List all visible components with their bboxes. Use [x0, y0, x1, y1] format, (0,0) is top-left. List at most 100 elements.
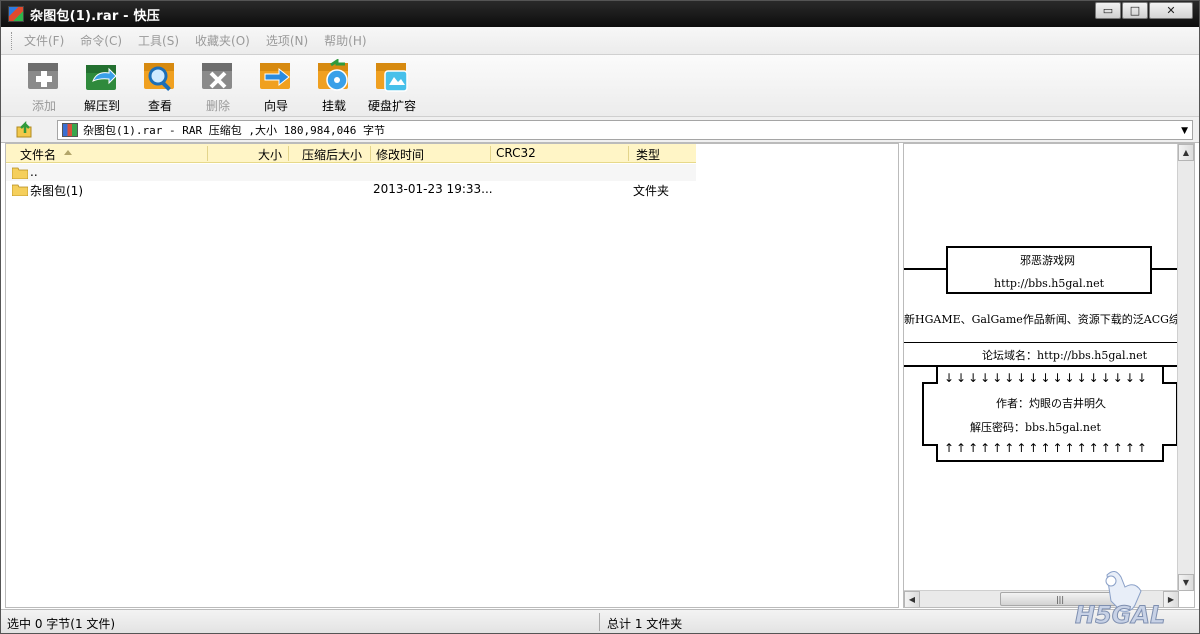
divider-line	[904, 342, 1180, 343]
minimize-icon: ▭	[1102, 4, 1114, 17]
address-text: 杂图包(1).rar - RAR 压缩包 ,大小 180,984,046 字节	[83, 124, 386, 137]
mount-icon	[318, 59, 348, 91]
delete-button-label: 删除	[205, 99, 230, 113]
h5gal-watermark-logo: H5GAL	[1075, 571, 1166, 630]
site-url: http://bbs.h5gal.net	[994, 277, 1105, 290]
toolbar: 添加 解压到 查看 删除 向导 挂载 硬盘扩容	[1, 55, 1199, 117]
box-edge	[1162, 444, 1178, 446]
menu-command[interactable]: 命令(C)	[80, 32, 122, 49]
caption-buttons: ▭ □ ✕	[1094, 2, 1193, 19]
minimize-button[interactable]: ▭	[1095, 2, 1121, 19]
menu-help[interactable]: 帮助(H)	[324, 32, 366, 49]
app-logo-icon	[8, 6, 24, 22]
menu-options[interactable]: 选项(N)	[266, 32, 308, 49]
extract-icon	[86, 65, 117, 90]
row-name: 杂图包(1)	[30, 184, 83, 198]
box-edge	[936, 460, 1164, 462]
window-title: 杂图包(1).rar - 快压	[30, 8, 160, 24]
disk-expand-button-label: 硬盘扩容	[367, 99, 416, 113]
menu-tools[interactable]: 工具(S)	[138, 32, 179, 49]
domain-line: 论坛域名：http://bbs.h5gal.net	[982, 349, 1148, 362]
menu-grip	[11, 31, 14, 50]
disk-expand-button[interactable]: 硬盘扩容	[363, 59, 421, 116]
file-list[interactable]: 文件名 大小 压缩后大小 修改时间 CRC32 类型 .. 杂图包(1) 201…	[5, 143, 899, 608]
folder-icon	[12, 184, 28, 196]
box-edge	[922, 382, 938, 384]
watermark-text: H5GAL	[1075, 601, 1165, 629]
add-icon	[28, 63, 58, 89]
status-bar: 选中 0 字节(1 文件) 总计 1 文件夹	[1, 609, 1199, 633]
close-button[interactable]: ✕	[1149, 2, 1193, 19]
sort-asc-icon	[64, 150, 72, 155]
wizard-button-label: 向导	[263, 99, 288, 113]
col-separator	[490, 146, 491, 161]
maximize-icon: □	[1129, 4, 1141, 17]
site-name: 邪恶游戏网	[1020, 254, 1075, 267]
col-separator	[207, 146, 208, 161]
menu-file[interactable]: 文件(F)	[24, 32, 64, 49]
mount-button-label: 挂载	[321, 99, 346, 113]
author-line: 作者：灼眼の吉井明久	[996, 397, 1106, 410]
view-button[interactable]: 查看	[131, 59, 189, 116]
address-bar-row: 杂图包(1).rar - RAR 压缩包 ,大小 180,984,046 字节 …	[1, 117, 1199, 143]
box-edge	[936, 365, 938, 383]
col-separator	[628, 146, 629, 161]
extract-button[interactable]: 解压到	[73, 59, 131, 116]
col-crc[interactable]: CRC32	[496, 146, 536, 160]
banner-line-right	[1152, 268, 1180, 270]
menu-favorites[interactable]: 收藏夹(O)	[195, 32, 250, 49]
wizard-button[interactable]: 向导	[247, 59, 305, 116]
app-window: 杂图包(1).rar - 快压 ▭ □ ✕ 文件(F) 命令(C) 工具(S) …	[0, 0, 1200, 634]
row-type: 文件夹	[633, 184, 670, 198]
col-separator	[288, 146, 289, 161]
table-row-parent[interactable]: ..	[6, 164, 696, 181]
down-arrows: ↓↓↓↓↓↓↓↓↓↓↓↓↓↓↓↓↓	[944, 371, 1149, 385]
menu-bar: 文件(F) 命令(C) 工具(S) 收藏夹(O) 选项(N) 帮助(H)	[1, 27, 1199, 55]
row-modified: 2013-01-23 19:33...	[373, 182, 493, 196]
preview-vertical-scrollbar[interactable]: ▲ ▼	[1177, 144, 1194, 591]
box-edge	[922, 382, 924, 446]
mount-button[interactable]: 挂载	[305, 59, 363, 116]
rar-archive-icon	[62, 123, 78, 137]
box-edge	[1162, 444, 1164, 462]
col-type[interactable]: 类型	[636, 146, 660, 163]
site-intro: 新HGAME、GalGame作品新闻、资源下载的泛ACG综合论	[904, 313, 1195, 326]
folder-icon	[12, 167, 28, 179]
up-arrows: ↑↑↑↑↑↑↑↑↑↑↑↑↑↑↑↑↑	[944, 441, 1149, 455]
close-icon: ✕	[1166, 4, 1176, 17]
preview-pane[interactable]: 邪恶游戏网 http://bbs.h5gal.net 新HGAME、GalGam…	[903, 143, 1195, 608]
view-icon	[144, 63, 174, 91]
delete-icon	[202, 63, 232, 89]
delete-button[interactable]: 删除	[189, 59, 247, 116]
add-button-label: 添加	[31, 99, 56, 113]
address-dropdown-icon[interactable]: ▼	[1181, 126, 1188, 136]
status-selection: 选中 0 字节(1 文件)	[7, 617, 116, 631]
column-header: 文件名 大小 压缩后大小 修改时间 CRC32 类型	[6, 144, 696, 163]
up-folder-icon	[16, 120, 32, 137]
box-edge	[1162, 365, 1164, 383]
col-name[interactable]: 文件名	[20, 146, 56, 163]
row-name: ..	[30, 165, 38, 179]
banner-line-left	[904, 268, 946, 270]
col-packed[interactable]: 压缩后大小	[302, 146, 362, 163]
scroll-left-button[interactable]: ◀	[904, 591, 920, 607]
up-folder-button[interactable]	[11, 119, 39, 141]
thumb-grip: |||	[1055, 594, 1065, 604]
view-button-label: 查看	[147, 99, 172, 113]
disk-expand-icon	[376, 63, 408, 92]
add-button[interactable]: 添加	[15, 59, 73, 116]
maximize-button[interactable]: □	[1122, 2, 1148, 19]
col-separator	[370, 146, 371, 161]
col-modified[interactable]: 修改时间	[376, 146, 424, 163]
status-total: 总计 1 文件夹	[607, 617, 683, 631]
scroll-up-button[interactable]: ▲	[1178, 144, 1194, 161]
col-size[interactable]: 大小	[258, 146, 282, 163]
address-field[interactable]: 杂图包(1).rar - RAR 压缩包 ,大小 180,984,046 字节 …	[57, 120, 1193, 140]
wizard-icon	[260, 63, 290, 89]
divider-line	[904, 365, 1180, 367]
status-separator	[599, 613, 600, 631]
title-bar[interactable]: 杂图包(1).rar - 快压 ▭ □ ✕	[1, 1, 1199, 27]
password-line: 解压密码：bbs.h5gal.net	[970, 421, 1101, 434]
table-row[interactable]: 杂图包(1) 2013-01-23 19:33... 文件夹	[6, 181, 696, 198]
extract-button-label: 解压到	[83, 99, 120, 113]
